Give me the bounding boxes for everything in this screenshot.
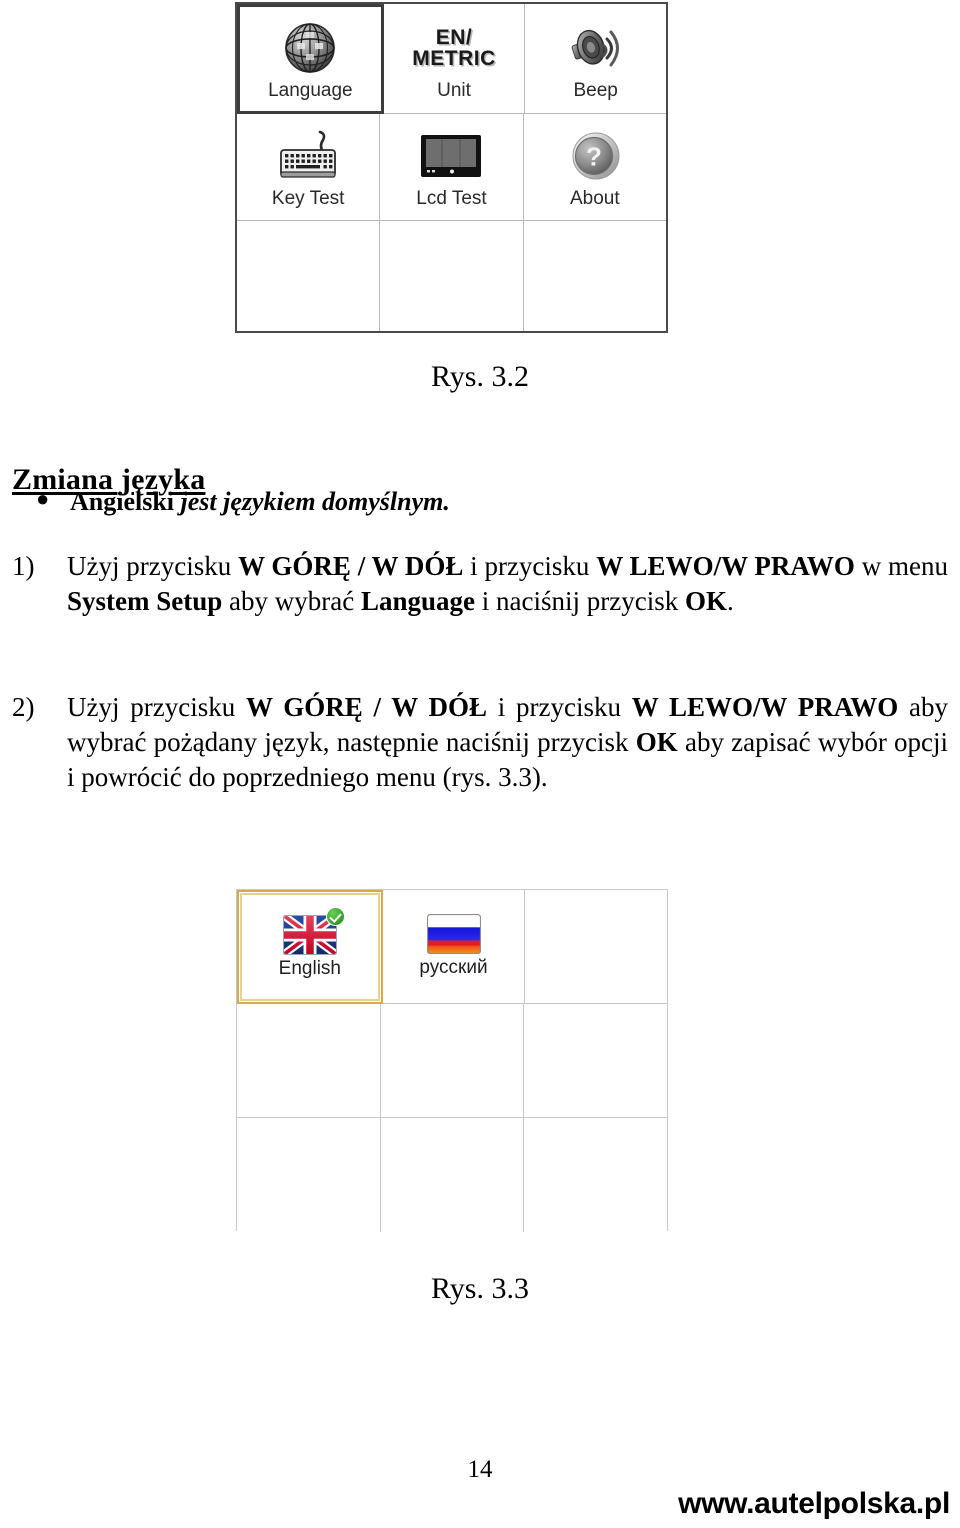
language-cell-empty	[525, 890, 668, 1004]
website-url: www.autelpolska.pl	[678, 1487, 950, 1520]
menu-item-beep[interactable]: Beep	[525, 4, 667, 114]
language-cell-empty	[380, 1118, 525, 1232]
language-cell-empty	[237, 1004, 381, 1118]
monitor-icon	[415, 125, 487, 187]
question-mark-icon: ?	[565, 125, 625, 187]
language-row-1: English русский	[237, 890, 668, 1004]
menu-item-label: Unit	[437, 79, 471, 101]
step-text: Użyj przycisku W GÓRĘ / W DÓŁ i przycisk…	[67, 551, 948, 617]
menu-row-3-empty	[237, 221, 666, 331]
speaker-icon	[565, 17, 627, 79]
menu-item-label: Lcd Test	[416, 188, 487, 210]
bullet-note: ● Angielski jest językiem domyślnym.	[36, 487, 736, 517]
menu-row-2: Key Test Lcd Test ? About	[237, 114, 666, 221]
bullet-bold-text: Angielski	[70, 487, 181, 516]
menu-cell-empty	[380, 221, 524, 331]
bullet-dot-icon: ●	[36, 486, 50, 511]
menu-item-about[interactable]: ? About	[523, 114, 666, 221]
language-cell-empty	[524, 1118, 668, 1232]
globe-icon	[281, 17, 339, 79]
unit-icon-line2: METRIC	[412, 46, 496, 70]
bullet-italic-text: jest językiem domyślnym.	[180, 487, 450, 516]
menu-item-label: Language	[268, 80, 353, 102]
unit-icon-line1: EN/	[435, 25, 473, 49]
keyboard-icon	[273, 125, 343, 187]
russian-flag-icon	[426, 913, 481, 955]
svg-text:?: ?	[586, 142, 602, 172]
page-number: 14	[467, 1456, 493, 1483]
language-row-2	[237, 1004, 668, 1118]
system-setup-menu-figure: Language EN/ METRIC Unit Beep Key Test L…	[235, 2, 668, 333]
selected-check-icon	[325, 906, 345, 926]
language-cell-empty	[237, 1118, 381, 1232]
language-item-english[interactable]: English	[237, 890, 383, 1004]
language-cell-empty	[380, 1004, 525, 1118]
menu-item-lcd-test[interactable]: Lcd Test	[380, 114, 524, 221]
figure-caption-3-2: Rys. 3.2	[431, 360, 529, 393]
union-jack-flag-icon	[282, 906, 345, 955]
language-select-figure: English русский	[236, 889, 668, 1232]
menu-row-1: Language EN/ METRIC Unit Beep	[237, 4, 667, 114]
step-1: 1) Użyj przycisku W GÓRĘ / W DÓŁ i przyc…	[12, 549, 948, 619]
step-number: 1)	[12, 551, 35, 581]
language-item-russian[interactable]: русский	[382, 890, 526, 1004]
menu-item-label: About	[569, 188, 620, 210]
menu-item-unit[interactable]: EN/ METRIC Unit	[383, 4, 526, 114]
step-2: 2) Użyj przycisku W GÓRĘ / W DÓŁ i przyc…	[12, 690, 948, 795]
language-label: English	[278, 957, 341, 979]
language-label: русский	[419, 957, 488, 978]
step-number: 2)	[12, 692, 35, 722]
en-metric-text-icon: EN/ METRIC	[412, 17, 496, 79]
step-text: Użyj przycisku W GÓRĘ / W DÓŁ i przycisk…	[67, 692, 948, 793]
menu-item-label: Beep	[573, 79, 618, 101]
menu-cell-empty	[523, 221, 666, 331]
figure-caption-3-3: Rys. 3.3	[431, 1272, 529, 1305]
language-row-3	[237, 1118, 668, 1232]
menu-item-label: Key Test	[271, 188, 345, 210]
menu-item-language[interactable]: Language	[237, 4, 384, 114]
menu-cell-empty	[237, 221, 381, 331]
language-cell-empty	[524, 1004, 668, 1118]
menu-item-key-test[interactable]: Key Test	[237, 114, 381, 221]
